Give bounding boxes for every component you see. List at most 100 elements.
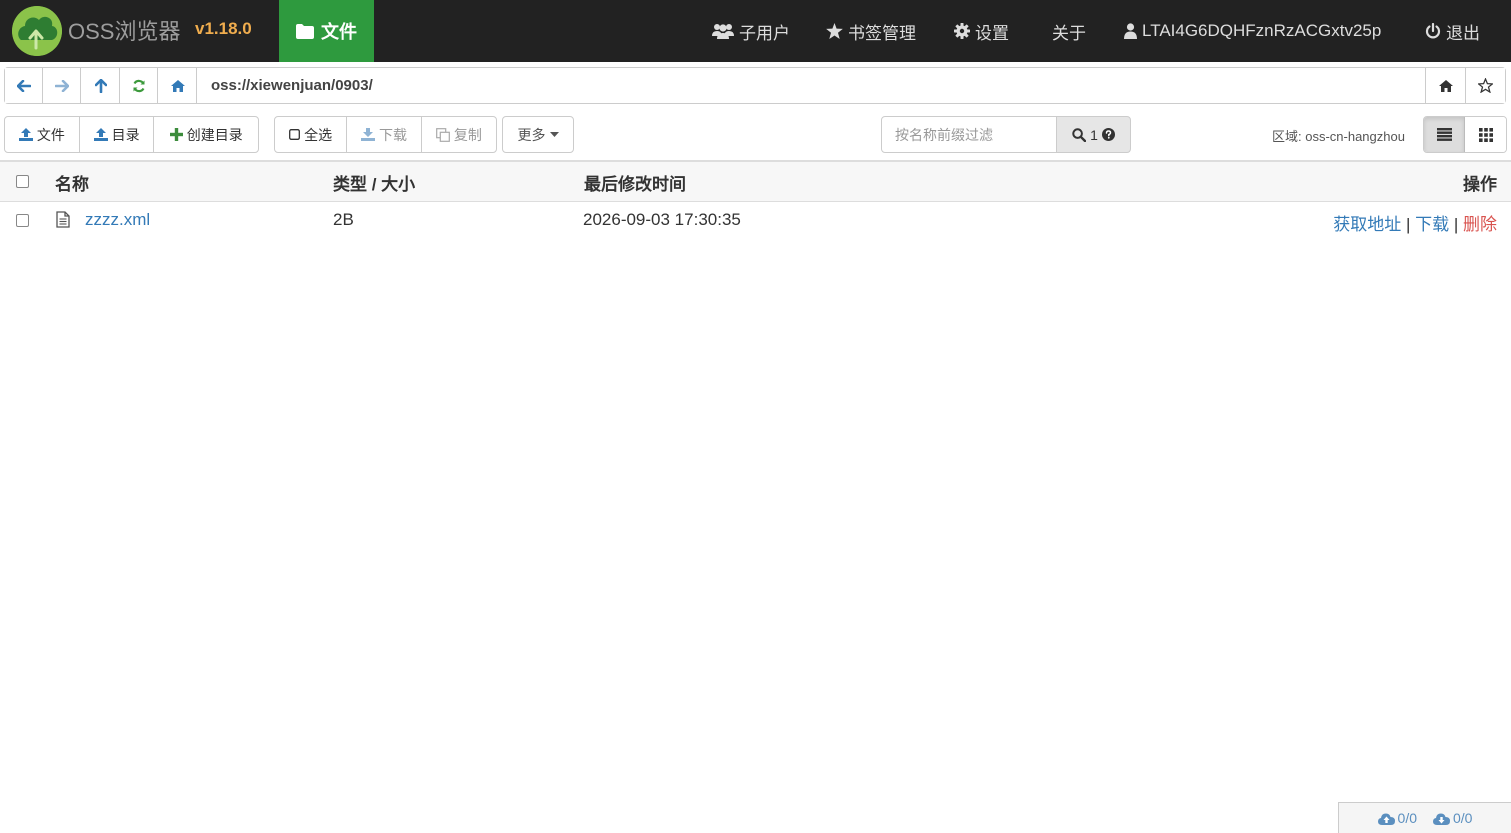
app-version: v1.18.0 xyxy=(195,19,252,38)
home-button[interactable] xyxy=(159,68,197,103)
nav-account-label: LTAI4G6DQHFznRzACGxtv25p xyxy=(1142,21,1382,40)
app-brand: OSS浏览器 xyxy=(68,19,181,44)
nav-logout[interactable]: 退出 xyxy=(1425,0,1480,62)
create-dir-button[interactable]: 创建目录 xyxy=(154,117,258,152)
grid-view-button[interactable] xyxy=(1465,117,1506,152)
nav-tab-files[interactable]: 文件 xyxy=(279,0,374,62)
nav-bookmarks-label: 书签管理 xyxy=(848,23,916,43)
upload-file-button[interactable]: 文件 xyxy=(5,117,80,152)
delete-link[interactable]: 删除 xyxy=(1463,215,1497,234)
file-name-link[interactable]: zzzz.xml xyxy=(85,210,150,230)
select-all-button[interactable]: 全选 xyxy=(275,117,348,152)
power-icon xyxy=(1425,23,1441,39)
cloud-download-icon xyxy=(1433,813,1450,825)
home-icon xyxy=(170,79,185,92)
nav-about[interactable]: 关于 xyxy=(1052,0,1086,62)
star-icon xyxy=(826,23,843,39)
nav-logout-label: 退出 xyxy=(1446,23,1480,43)
file-icon xyxy=(56,211,70,228)
set-home-button[interactable] xyxy=(1425,68,1465,103)
list-icon xyxy=(1436,128,1452,141)
upload-button-group: 文件 目录 创建目录 xyxy=(4,116,259,153)
selection-button-group: 全选 下载 复制 xyxy=(274,116,497,153)
back-button[interactable] xyxy=(5,68,43,103)
list-view-button[interactable] xyxy=(1424,117,1465,152)
copy-icon xyxy=(435,127,450,142)
more-label: 更多 xyxy=(517,126,546,143)
upload-icon xyxy=(18,128,33,141)
header-modified[interactable]: 最后修改时间 xyxy=(584,170,686,195)
view-toggle-group xyxy=(1423,116,1507,153)
copy-button[interactable]: 复制 xyxy=(422,117,496,152)
grid-icon xyxy=(1478,127,1493,142)
forward-button[interactable] xyxy=(43,68,81,103)
users-icon xyxy=(712,24,734,39)
user-icon xyxy=(1124,23,1137,39)
top-navbar: OSS浏览器 v1.18.0 文件 子用户 书签管理 设置 关于 LTAI4G6… xyxy=(0,0,1511,62)
refresh-button[interactable] xyxy=(120,68,158,103)
cloud-upload-icon xyxy=(1377,813,1395,825)
bookmark-button[interactable] xyxy=(1465,68,1505,103)
more-dropdown-button[interactable]: 更多 xyxy=(503,117,573,152)
star-outline-icon xyxy=(1478,78,1493,93)
header-type-size[interactable]: 类型 / 大小 xyxy=(333,170,415,195)
nav-settings[interactable]: 设置 xyxy=(954,0,1009,62)
select-all-label: 全选 xyxy=(304,126,333,143)
download-label: 下载 xyxy=(379,126,408,143)
table-row: zzzz.xml 2B 2026-09-03 17:30:35 获取地址 | 下… xyxy=(0,202,1511,240)
download-icon xyxy=(361,128,376,141)
gear-icon xyxy=(954,23,970,39)
upload-status[interactable]: 0/0 xyxy=(1377,810,1417,826)
search-icon xyxy=(1072,127,1087,142)
oss-logo-icon xyxy=(12,6,62,56)
refresh-icon xyxy=(132,79,145,92)
upload-dir-label: 目录 xyxy=(111,126,140,143)
arrow-left-icon xyxy=(16,79,31,92)
header-name[interactable]: 名称 xyxy=(55,170,89,195)
plus-icon xyxy=(169,128,183,141)
upload-icon xyxy=(93,128,108,141)
nav-about-label: 关于 xyxy=(1052,23,1086,43)
region-label: 区域: oss-cn-hangzhou xyxy=(1272,129,1405,144)
nav-settings-label: 设置 xyxy=(975,23,1009,43)
download-link[interactable]: 下载 xyxy=(1415,215,1449,234)
upload-dir-button[interactable]: 目录 xyxy=(80,117,155,152)
filter-count: 1 xyxy=(1090,126,1098,143)
transfer-status-bar[interactable]: 0/0 0/0 xyxy=(1338,802,1511,833)
address-bar: oss://xiewenjuan/0903/ xyxy=(4,67,1506,104)
up-button[interactable] xyxy=(82,68,120,103)
row-checkbox[interactable] xyxy=(16,214,29,227)
arrow-up-icon xyxy=(94,78,107,93)
filter-search-button[interactable]: 1 xyxy=(1056,116,1131,153)
file-size: 2B xyxy=(333,210,354,229)
action-separator: | xyxy=(1405,215,1411,234)
address-input[interactable]: oss://xiewenjuan/0903/ xyxy=(199,68,1425,103)
row-actions: 获取地址 | 下载 | 删除 xyxy=(1333,210,1497,235)
upload-file-label: 文件 xyxy=(36,126,65,143)
nav-tab-files-label: 文件 xyxy=(321,22,357,42)
action-separator: | xyxy=(1453,215,1459,234)
checkbox-icon xyxy=(289,129,301,140)
create-dir-label: 创建目录 xyxy=(186,126,243,143)
home-icon xyxy=(1438,79,1453,92)
nav-subusers-label: 子用户 xyxy=(739,23,790,43)
nav-subusers[interactable]: 子用户 xyxy=(712,0,790,62)
copy-label: 复制 xyxy=(453,126,482,143)
nav-bookmarks[interactable]: 书签管理 xyxy=(826,0,916,62)
caret-down-icon xyxy=(549,132,559,137)
arrow-right-icon xyxy=(54,79,69,92)
download-status-count: 0/0 xyxy=(1453,810,1473,826)
download-status[interactable]: 0/0 xyxy=(1433,810,1472,826)
select-all-checkbox[interactable] xyxy=(16,175,29,188)
header-actions: 操作 xyxy=(1463,175,1497,194)
folder-icon xyxy=(296,23,314,39)
download-button[interactable]: 下载 xyxy=(347,117,422,152)
file-modified: 2026-09-03 17:30:35 xyxy=(583,210,741,229)
file-table-header: 名称 类型 / 大小 最后修改时间 操作 xyxy=(0,160,1511,202)
nav-account[interactable]: LTAI4G6DQHFznRzACGxtv25p xyxy=(1124,0,1381,62)
more-button-group: 更多 xyxy=(502,116,574,153)
question-circle-icon xyxy=(1101,128,1115,141)
get-address-link[interactable]: 获取地址 xyxy=(1333,215,1401,234)
upload-status-count: 0/0 xyxy=(1397,810,1417,826)
filter-input[interactable] xyxy=(881,116,1057,153)
